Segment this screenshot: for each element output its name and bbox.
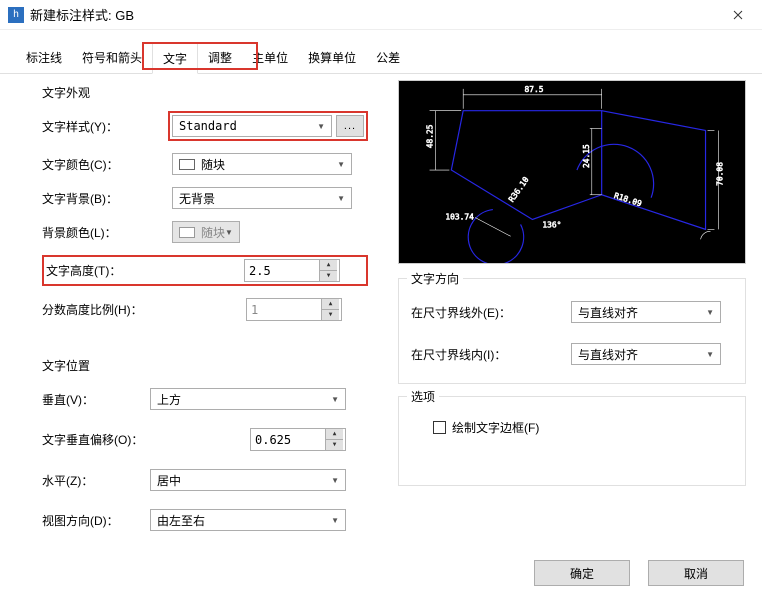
combo-text-bg[interactable]: 无背景 ▼ [172, 187, 352, 209]
svg-text:103.74: 103.74 [445, 212, 474, 221]
combo-view[interactable]: 由左至右 ▼ [150, 509, 346, 531]
combo-horiz-value: 居中 [157, 472, 181, 489]
spinner-up-icon[interactable]: ▲ [320, 260, 337, 271]
tab-dimline[interactable]: 标注线 [16, 43, 72, 74]
label-vert: 垂直(V)： [42, 391, 150, 408]
svg-text:R36.10: R36.10 [507, 175, 531, 204]
legend-direction: 文字方向 [407, 270, 463, 287]
chevron-down-icon: ▼ [706, 308, 714, 317]
combo-outside[interactable]: 与直线对齐 ▼ [571, 301, 721, 323]
combo-text-color[interactable]: 随块 ▼ [172, 153, 352, 175]
label-style: 文字样式(Y)： [42, 118, 168, 135]
chevron-down-icon: ▼ [337, 160, 345, 169]
color-swatch-icon [179, 159, 195, 170]
spinner-down-icon[interactable]: ▼ [320, 271, 337, 282]
preview-svg: 87.5 48.25 24.15 70.08 103.74 R36.10 R18… [399, 81, 745, 263]
tab-symbols[interactable]: 符号和箭头 [72, 43, 152, 74]
color-swatch-icon [179, 227, 195, 238]
label-color: 文字颜色(C)： [42, 156, 172, 173]
svg-text:48.25: 48.25 [426, 124, 435, 148]
footer: 确定 取消 [534, 560, 744, 586]
group-placement: 文字位置 垂直(V)： 上方 ▼ 文字垂直偏移(O)： ▲▼ 水平(Z)： 居中 [30, 347, 380, 545]
chevron-down-icon: ▼ [331, 516, 339, 525]
chevron-down-icon: ▼ [337, 194, 345, 203]
combo-bg-color-value: 随块 [201, 224, 225, 241]
combo-text-style[interactable]: Standard ▼ [172, 115, 332, 137]
group-options: 选项 绘制文字边框(F) [398, 396, 746, 486]
label-horiz: 水平(Z)： [42, 472, 150, 489]
tab-tol[interactable]: 公差 [366, 43, 410, 74]
checkbox-box-icon [433, 421, 446, 434]
checkbox-frame-label: 绘制文字边框(F) [452, 419, 539, 436]
highlight-style: Standard ▼ ... [168, 111, 368, 141]
label-view: 视图方向(D)： [42, 512, 150, 529]
label-frac: 分数高度比例(H)： [42, 301, 246, 318]
app-icon: h [8, 7, 24, 23]
close-button[interactable] [718, 1, 758, 29]
svg-text:136°: 136° [542, 220, 561, 229]
chevron-down-icon: ▼ [706, 350, 714, 359]
chevron-down-icon: ▼ [317, 122, 325, 131]
spinner-offset[interactable]: ▲▼ [250, 428, 346, 451]
spinner-up-icon: ▲ [322, 299, 339, 310]
combo-inside-value: 与直线对齐 [578, 346, 638, 363]
legend-appearance: 文字外观 [42, 84, 368, 101]
svg-text:87.5: 87.5 [525, 85, 544, 94]
chevron-down-icon: ▼ [225, 228, 233, 237]
input-text-height[interactable] [245, 264, 319, 278]
spinner-frac-height: ▲▼ [246, 298, 342, 321]
checkbox-frame[interactable]: 绘制文字边框(F) [433, 419, 539, 436]
svg-text:24.15: 24.15 [582, 144, 591, 168]
window-title: 新建标注样式: GB [30, 5, 134, 24]
combo-horiz[interactable]: 居中 ▼ [150, 469, 346, 491]
group-direction: 文字方向 在尺寸界线外(E)： 与直线对齐 ▼ 在尺寸界线内(I)： 与直线对齐… [398, 278, 746, 384]
close-icon [733, 10, 743, 20]
combo-vert-value: 上方 [157, 391, 181, 408]
label-bgcolor: 背景颜色(L)： [42, 224, 172, 241]
label-inside: 在尺寸界线内(I)： [411, 346, 571, 363]
combo-outside-value: 与直线对齐 [578, 304, 638, 321]
legend-placement: 文字位置 [42, 357, 368, 374]
combo-view-value: 由左至右 [157, 512, 205, 529]
input-offset[interactable] [251, 433, 325, 447]
tab-text[interactable]: 文字 [152, 43, 198, 74]
tab-fit[interactable]: 调整 [198, 43, 242, 74]
label-bg: 文字背景(B)： [42, 190, 172, 207]
highlight-height: 文字高度(T)： ▲▼ [42, 255, 368, 286]
spinner-down-icon[interactable]: ▼ [326, 440, 343, 451]
spinner-down-icon: ▼ [322, 310, 339, 321]
label-offset: 文字垂直偏移(O)： [42, 431, 250, 448]
combo-text-color-value: 随块 [201, 156, 225, 173]
cancel-button[interactable]: 取消 [648, 560, 744, 586]
spinner-up-icon[interactable]: ▲ [326, 429, 343, 440]
combo-text-style-value: Standard [179, 119, 237, 133]
spinner-text-height[interactable]: ▲▼ [244, 259, 340, 282]
combo-text-bg-value: 无背景 [179, 190, 215, 207]
preview-pane: 87.5 48.25 24.15 70.08 103.74 R36.10 R18… [398, 80, 746, 264]
group-appearance: 文字外观 文字样式(Y)： Standard ▼ ... 文字颜色(C)： 随块… [30, 80, 380, 335]
svg-text:70.08: 70.08 [715, 162, 724, 186]
svg-text:R18.09: R18.09 [613, 191, 643, 208]
combo-vert[interactable]: 上方 ▼ [150, 388, 346, 410]
tab-bar: 标注线 符号和箭头 文字 调整 主单位 换算单位 公差 [0, 42, 762, 74]
combo-inside[interactable]: 与直线对齐 ▼ [571, 343, 721, 365]
tab-primary[interactable]: 主单位 [242, 43, 298, 74]
combo-bg-color: 随块 ▼ [172, 221, 240, 243]
legend-options: 选项 [407, 388, 439, 405]
button-style-browse[interactable]: ... [336, 115, 364, 137]
label-height: 文字高度(T)： [46, 262, 244, 279]
chevron-down-icon: ▼ [331, 395, 339, 404]
ok-button[interactable]: 确定 [534, 560, 630, 586]
tab-alt[interactable]: 换算单位 [298, 43, 366, 74]
titlebar: h 新建标注样式: GB [0, 0, 762, 30]
chevron-down-icon: ▼ [331, 476, 339, 485]
input-frac-height [247, 303, 321, 317]
label-outside: 在尺寸界线外(E)： [411, 304, 571, 321]
